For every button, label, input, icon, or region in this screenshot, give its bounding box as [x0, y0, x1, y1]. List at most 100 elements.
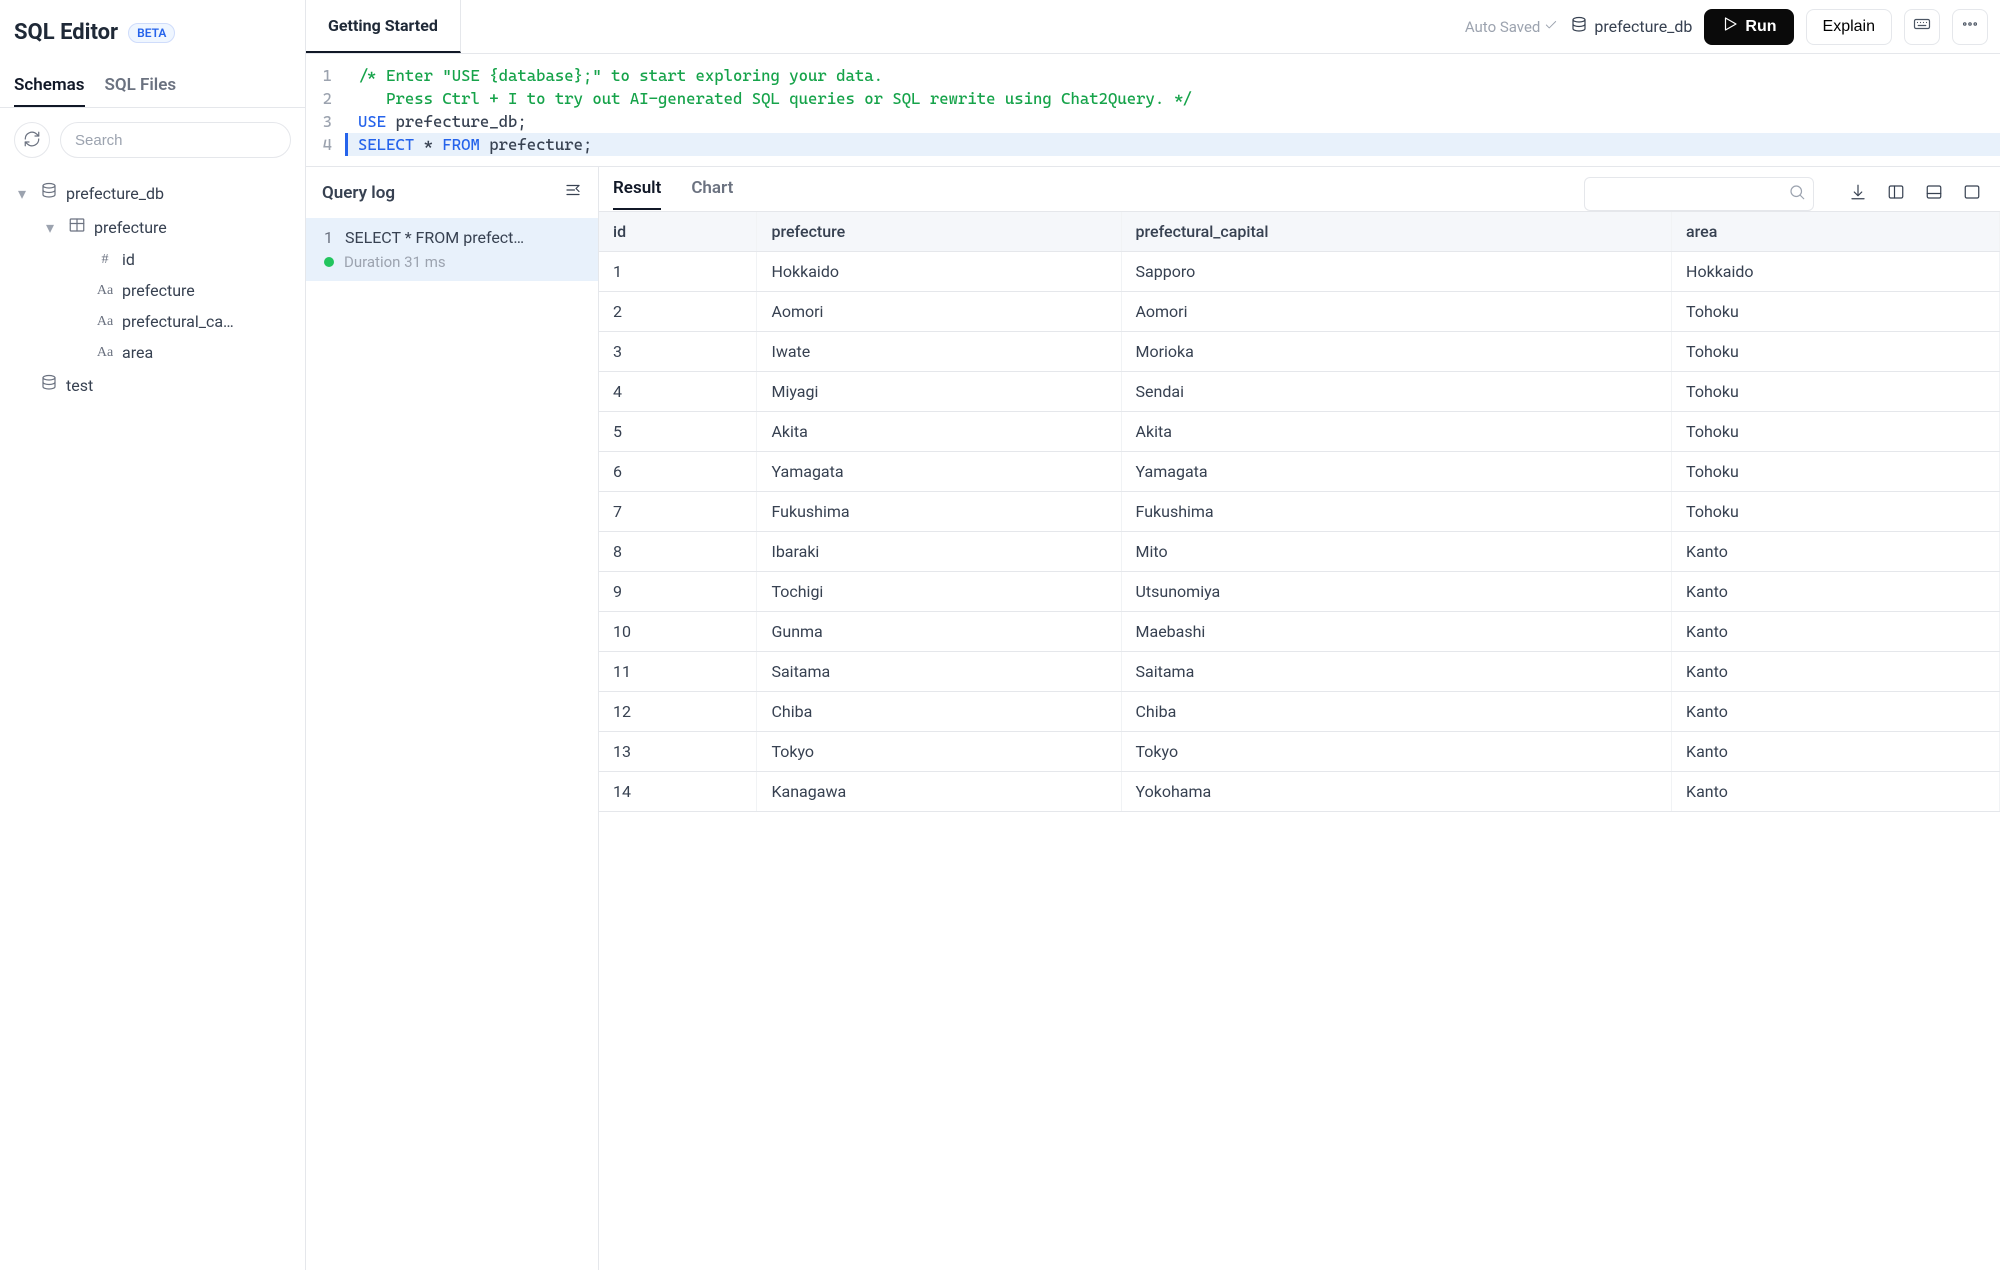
- table-row[interactable]: 4MiyagiSendaiTohoku: [599, 372, 2000, 412]
- table-cell[interactable]: Tohoku: [1672, 332, 2000, 372]
- table-cell[interactable]: Akita: [1121, 412, 1672, 452]
- table-cell[interactable]: Morioka: [1121, 332, 1672, 372]
- table-cell[interactable]: Tohoku: [1672, 452, 2000, 492]
- code-line[interactable]: /* Enter "USE {database};" to start expl…: [348, 64, 2000, 87]
- table-cell[interactable]: Miyagi: [757, 372, 1121, 412]
- table-cell[interactable]: 14: [599, 772, 757, 812]
- table-cell[interactable]: 6: [599, 452, 757, 492]
- table-cell[interactable]: Chiba: [757, 692, 1121, 732]
- table-cell[interactable]: 9: [599, 572, 757, 612]
- table-cell[interactable]: Kanto: [1672, 652, 2000, 692]
- results-tab-result[interactable]: Result: [613, 178, 661, 210]
- table-cell[interactable]: Yamagata: [1121, 452, 1672, 492]
- layout-full-button[interactable]: [1958, 180, 1986, 208]
- table-row[interactable]: 1HokkaidoSapporoHokkaido: [599, 252, 2000, 292]
- table-cell[interactable]: Tokyo: [1121, 732, 1672, 772]
- table-cell[interactable]: Kanto: [1672, 732, 2000, 772]
- table-row[interactable]: 6YamagataYamagataTohoku: [599, 452, 2000, 492]
- code-line[interactable]: Press Ctrl + I to try out AI-generated S…: [348, 87, 2000, 110]
- table-cell[interactable]: Yamagata: [757, 452, 1121, 492]
- layout-side-button[interactable]: [1882, 180, 1910, 208]
- column-header[interactable]: prefecture: [757, 212, 1121, 252]
- table-cell[interactable]: Kanto: [1672, 692, 2000, 732]
- table-cell[interactable]: Yokohama: [1121, 772, 1672, 812]
- table-cell[interactable]: Sapporo: [1121, 252, 1672, 292]
- table-cell[interactable]: Tochigi: [757, 572, 1121, 612]
- tree-db-row[interactable]: ▾ prefecture_db: [14, 176, 299, 210]
- database-selector[interactable]: prefecture_db: [1570, 16, 1692, 38]
- tree-table-row[interactable]: ▾ prefecture: [42, 210, 299, 244]
- tree-column-row[interactable]: Aaprefecture: [70, 275, 299, 306]
- table-cell[interactable]: Sendai: [1121, 372, 1672, 412]
- table-row[interactable]: 10GunmaMaebashiKanto: [599, 612, 2000, 652]
- table-cell[interactable]: Tokyo: [757, 732, 1121, 772]
- table-cell[interactable]: 4: [599, 372, 757, 412]
- column-header[interactable]: id: [599, 212, 757, 252]
- tree-column-row[interactable]: #id: [70, 244, 299, 275]
- column-header[interactable]: area: [1672, 212, 2000, 252]
- table-cell[interactable]: Saitama: [1121, 652, 1672, 692]
- table-cell[interactable]: Tohoku: [1672, 292, 2000, 332]
- table-row[interactable]: 13TokyoTokyoKanto: [599, 732, 2000, 772]
- table-cell[interactable]: 2: [599, 292, 757, 332]
- table-row[interactable]: 5AkitaAkitaTohoku: [599, 412, 2000, 452]
- code-editor[interactable]: 1234 /* Enter "USE {database};" to start…: [306, 54, 2000, 167]
- search-input[interactable]: [60, 122, 291, 158]
- table-cell[interactable]: Akita: [757, 412, 1121, 452]
- run-button[interactable]: Run: [1704, 9, 1793, 45]
- table-cell[interactable]: 7: [599, 492, 757, 532]
- table-row[interactable]: 3IwateMoriokaTohoku: [599, 332, 2000, 372]
- tree-db-row[interactable]: test: [14, 368, 299, 402]
- table-row[interactable]: 8IbarakiMitoKanto: [599, 532, 2000, 572]
- tab-sql-files[interactable]: SQL Files: [105, 75, 177, 107]
- table-row[interactable]: 12ChibaChibaKanto: [599, 692, 2000, 732]
- results-tab-chart[interactable]: Chart: [691, 178, 733, 210]
- column-header[interactable]: prefectural_capital: [1121, 212, 1672, 252]
- download-button[interactable]: [1844, 180, 1872, 208]
- table-cell[interactable]: Kanagawa: [757, 772, 1121, 812]
- tab-schemas[interactable]: Schemas: [14, 75, 85, 107]
- keyboard-button[interactable]: [1904, 9, 1940, 45]
- table-cell[interactable]: 10: [599, 612, 757, 652]
- query-log-item[interactable]: 1SELECT * FROM prefect…Duration 31 ms: [306, 218, 598, 281]
- table-cell[interactable]: 11: [599, 652, 757, 692]
- table-cell[interactable]: Iwate: [757, 332, 1121, 372]
- code-line[interactable]: USE prefecture_db;: [348, 110, 2000, 133]
- table-row[interactable]: 7FukushimaFukushimaTohoku: [599, 492, 2000, 532]
- table-cell[interactable]: Tohoku: [1672, 492, 2000, 532]
- table-cell[interactable]: Tohoku: [1672, 412, 2000, 452]
- table-cell[interactable]: Kanto: [1672, 532, 2000, 572]
- table-row[interactable]: 9TochigiUtsunomiyaKanto: [599, 572, 2000, 612]
- table-cell[interactable]: Kanto: [1672, 612, 2000, 652]
- table-row[interactable]: 14KanagawaYokohamaKanto: [599, 772, 2000, 812]
- table-cell[interactable]: Maebashi: [1121, 612, 1672, 652]
- editor-tab[interactable]: Getting Started: [306, 0, 461, 53]
- table-cell[interactable]: Chiba: [1121, 692, 1672, 732]
- table-cell[interactable]: Kanto: [1672, 572, 2000, 612]
- table-cell[interactable]: Ibaraki: [757, 532, 1121, 572]
- collapse-icon[interactable]: [564, 181, 582, 204]
- table-cell[interactable]: Kanto: [1672, 772, 2000, 812]
- table-cell[interactable]: Tohoku: [1672, 372, 2000, 412]
- table-cell[interactable]: 5: [599, 412, 757, 452]
- table-cell[interactable]: Hokkaido: [1672, 252, 2000, 292]
- table-cell[interactable]: Mito: [1121, 532, 1672, 572]
- table-cell[interactable]: 12: [599, 692, 757, 732]
- table-cell[interactable]: 8: [599, 532, 757, 572]
- table-cell[interactable]: Aomori: [757, 292, 1121, 332]
- table-cell[interactable]: Gunma: [757, 612, 1121, 652]
- table-cell[interactable]: Saitama: [757, 652, 1121, 692]
- table-cell[interactable]: 1: [599, 252, 757, 292]
- table-cell[interactable]: 13: [599, 732, 757, 772]
- explain-button[interactable]: Explain: [1806, 9, 1892, 45]
- results-grid-container[interactable]: idprefectureprefectural_capitalarea 1 Hok…: [599, 212, 2000, 1270]
- results-search-input[interactable]: [1584, 177, 1814, 211]
- table-row[interactable]: 2AomoriAomoriTohoku: [599, 292, 2000, 332]
- table-cell[interactable]: 3: [599, 332, 757, 372]
- tree-column-row[interactable]: Aaarea: [70, 337, 299, 368]
- table-cell[interactable]: Utsunomiya: [1121, 572, 1672, 612]
- layout-bottom-button[interactable]: [1920, 180, 1948, 208]
- table-cell[interactable]: Fukushima: [1121, 492, 1672, 532]
- table-cell[interactable]: Aomori: [1121, 292, 1672, 332]
- table-cell[interactable]: Fukushima: [757, 492, 1121, 532]
